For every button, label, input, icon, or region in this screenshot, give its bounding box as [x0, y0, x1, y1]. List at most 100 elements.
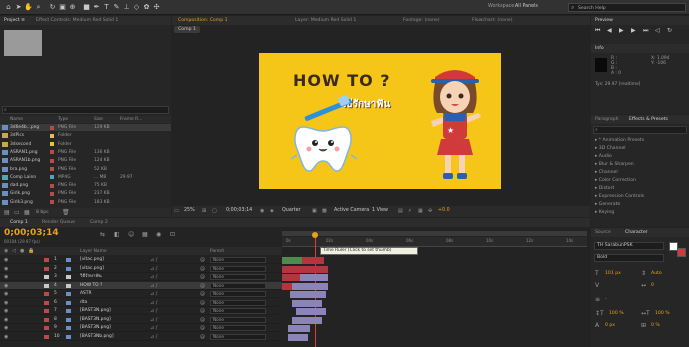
- eye-icon[interactable]: ◉: [4, 290, 8, 298]
- project-item[interactable]: 3d6e4b...png PNG File 129 KB: [0, 124, 171, 131]
- layer-switches[interactable]: ⊿ /: [150, 256, 157, 264]
- layer-switches[interactable]: ⊿ /: [150, 299, 157, 307]
- project-item[interactable]: Comp Lainn MP4G ... MB 29.97: [0, 174, 171, 181]
- layer-switches[interactable]: ⊿ /: [150, 273, 157, 281]
- tab-timeline-comp-1[interactable]: Comp 1: [10, 218, 28, 227]
- tab-timeline-comp-2[interactable]: Comp 2: [90, 218, 108, 227]
- col-name[interactable]: Name: [10, 117, 23, 122]
- project-item[interactable]: bra.png PNG File 52 KB: [0, 166, 171, 173]
- project-item[interactable]: Girlk3.png PNG File 183 KB: [0, 199, 171, 206]
- show-channel-icon[interactable]: ◈: [270, 208, 274, 214]
- parent-dropdown[interactable]: None: [210, 308, 266, 314]
- tab-source[interactable]: Source: [595, 228, 611, 237]
- timeline-layer-row[interactable]: ◉ 5 ASTR ⊿ / @ None: [0, 290, 292, 298]
- layer-duration-bar[interactable]: [288, 325, 310, 332]
- type-tool-icon[interactable]: T: [102, 3, 111, 12]
- tab-info[interactable]: Info: [595, 44, 604, 53]
- parent-dropdown[interactable]: None: [210, 291, 266, 297]
- parent-pick-whip-icon[interactable]: @: [200, 265, 205, 273]
- project-item[interactable]: dad.png PNG File 75 KB: [0, 182, 171, 189]
- parent-dropdown[interactable]: None: [210, 333, 266, 340]
- timeline-layer-row[interactable]: ◉ 7 [BAST3N.png] ⊿ / @ None: [0, 307, 292, 315]
- layer-duration-bar[interactable]: [292, 316, 322, 324]
- comp-breadcrumb[interactable]: Comp 1: [174, 26, 200, 33]
- roto-tool-icon[interactable]: ✿: [142, 3, 151, 12]
- parent-dropdown[interactable]: None: [210, 282, 266, 289]
- layer-name[interactable]: HOW TO ?: [80, 282, 102, 290]
- label-color-swatch[interactable]: [50, 125, 54, 130]
- effects-category[interactable]: ▸ Expression Controls: [595, 193, 644, 200]
- snapshot-icon[interactable]: ◉: [260, 208, 264, 214]
- vertical-scale-value[interactable]: 100 %: [609, 311, 624, 316]
- parent-pick-whip-icon[interactable]: @: [200, 316, 205, 324]
- pen-tool-icon[interactable]: ✒: [92, 3, 101, 12]
- parent-pick-whip-icon[interactable]: @: [200, 333, 205, 341]
- label-color-swatch[interactable]: [44, 258, 49, 262]
- selection-tool-icon[interactable]: ➤: [14, 3, 23, 12]
- parent-pick-whip-icon[interactable]: @: [200, 299, 205, 307]
- layer-switches[interactable]: ⊿ /: [150, 265, 157, 273]
- clone-tool-icon[interactable]: ⊥: [122, 3, 131, 12]
- eye-icon[interactable]: ◉: [4, 273, 8, 281]
- effects-category[interactable]: ▸ Generate: [595, 201, 620, 208]
- tab-character[interactable]: Character: [625, 228, 648, 237]
- layer-name[interactable]: [vitac.png]: [80, 265, 104, 273]
- tab-flowchart[interactable]: Flowchart: (none): [472, 16, 512, 25]
- brush-tool-icon[interactable]: ✎: [112, 3, 121, 12]
- tab-layer[interactable]: Layer: Medium Red Solid 1: [295, 16, 356, 25]
- parent-dropdown[interactable]: None: [210, 274, 266, 280]
- timeline-layer-row[interactable]: ◉ 1 [vitac.png] ⊿ / @ None: [0, 256, 292, 264]
- label-color-swatch[interactable]: [44, 326, 49, 330]
- layer-name[interactable]: [BAST3N.png]: [80, 324, 111, 332]
- label-color-swatch[interactable]: [50, 142, 54, 147]
- graph-editor-icon[interactable]: ⊡: [170, 231, 175, 238]
- layer-duration-bar[interactable]: [282, 282, 292, 290]
- delete-icon[interactable]: 🗑: [62, 209, 70, 216]
- layer-switches[interactable]: ⊿ /: [150, 307, 157, 315]
- audio-icon[interactable]: ◁: [655, 27, 660, 34]
- horizontal-scale-value[interactable]: 100 %: [655, 311, 670, 316]
- tsume-value[interactable]: 0 %: [651, 323, 660, 328]
- layer-switches[interactable]: ⊿ /: [150, 324, 157, 332]
- layer-name[interactable]: [vitac.png]: [80, 256, 104, 264]
- loop-icon[interactable]: ↻: [667, 27, 672, 34]
- timeline-layer-row[interactable]: ◉ 6 dta ⊿ / @ None: [0, 299, 292, 307]
- effects-category[interactable]: ▸ Color Correction: [595, 177, 636, 184]
- parent-dropdown[interactable]: None: [210, 257, 266, 263]
- baseline-shift-value[interactable]: 0 px: [605, 323, 615, 328]
- tab-effect-controls[interactable]: Effect Controls: Medium Red Solid 1: [36, 16, 118, 25]
- effects-category[interactable]: ▸ Audio: [595, 153, 612, 160]
- effects-category[interactable]: ▸ Channel: [595, 169, 618, 176]
- zoom-tool-icon[interactable]: ⌕: [34, 3, 43, 12]
- project-item[interactable]: ASRAN1b.png PNG File 124 KB: [0, 157, 171, 164]
- layer-switches[interactable]: ⊿ /: [150, 333, 157, 341]
- new-composition-icon[interactable]: ▦: [24, 209, 30, 216]
- tracking-value[interactable]: 0: [651, 283, 654, 288]
- tab-project[interactable]: Project ≡: [4, 16, 25, 25]
- eye-icon[interactable]: ◉: [4, 333, 8, 341]
- fast-previews-icon[interactable]: ⚡: [408, 208, 412, 214]
- label-color-swatch[interactable]: [44, 334, 49, 339]
- effects-category[interactable]: ▸ Keying: [595, 209, 614, 216]
- col-frame-rate[interactable]: Frame R...: [120, 117, 142, 122]
- label-color-swatch[interactable]: [44, 283, 49, 288]
- time-ruler[interactable]: 0s 02s 04s 06s 08s 10s 12s 14s: [282, 237, 587, 247]
- layer-duration-bar[interactable]: [282, 265, 328, 273]
- magnification-dropdown[interactable]: 25%: [184, 208, 195, 213]
- label-color-swatch[interactable]: [50, 167, 54, 171]
- layer-duration-bar[interactable]: [282, 257, 302, 264]
- parent-dropdown[interactable]: None: [210, 325, 266, 331]
- play-icon[interactable]: ▶: [619, 27, 624, 34]
- eye-icon[interactable]: ◉: [4, 299, 8, 307]
- label-color-swatch[interactable]: [44, 266, 49, 271]
- effects-category[interactable]: ▸ 3D Channel: [595, 145, 626, 152]
- puppet-tool-icon[interactable]: ✣: [152, 3, 161, 12]
- timeline-layer-row[interactable]: ◉ 3 วิธีรักษาฟัน ⊿ / @ None: [0, 273, 292, 281]
- parent-pick-whip-icon[interactable]: @: [200, 282, 205, 290]
- tab-footage[interactable]: Footage: (none): [403, 16, 440, 25]
- tab-paragraph[interactable]: Paragraph: [595, 115, 619, 124]
- rotate-tool-icon[interactable]: ↻: [48, 3, 57, 12]
- eye-icon[interactable]: ◉: [4, 324, 8, 332]
- font-style-dropdown[interactable]: Bold: [594, 254, 664, 262]
- camera-tool-icon[interactable]: ▣: [58, 3, 67, 12]
